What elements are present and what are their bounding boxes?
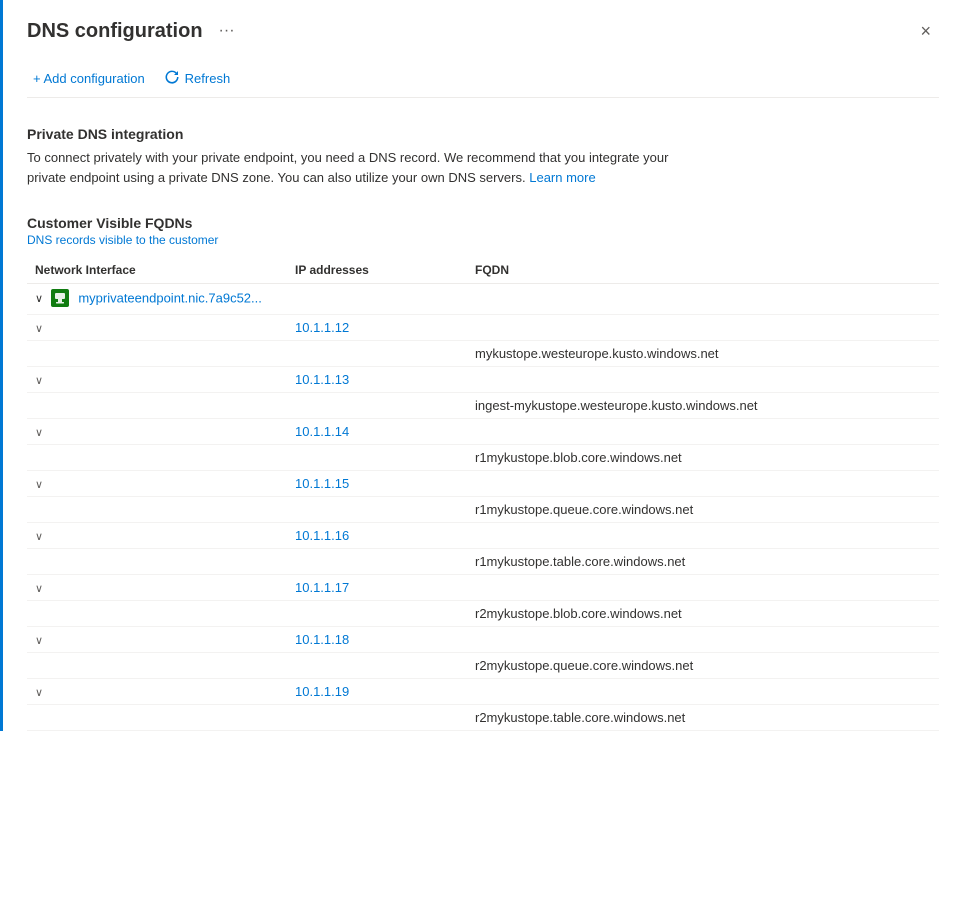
ip-address: 10.1.1.12 [295, 320, 349, 335]
fqdns-table: Network Interface IP addresses FQDN ∨ my… [27, 257, 939, 731]
fqdn-ip-empty [287, 445, 467, 471]
refresh-label: Refresh [185, 71, 231, 86]
fqdns-subtitle: DNS records visible to the customer [27, 233, 939, 247]
refresh-icon [165, 70, 179, 87]
fqdn-value: r1mykustope.blob.core.windows.net [475, 450, 682, 465]
table-row: ∨ 10.1.1.12 [27, 315, 939, 341]
fqdn-value: mykustope.westeurope.kusto.windows.net [475, 346, 719, 361]
nic-row: ∨ myprivateendpoint.nic.7a9c52... [27, 284, 939, 315]
table-row: ∨ 10.1.1.18 [27, 627, 939, 653]
fqdn-value: ingest-mykustope.westeurope.kusto.window… [475, 398, 758, 413]
fqdn-value: r2mykustope.table.core.windows.net [475, 710, 685, 725]
refresh-button[interactable]: Refresh [165, 70, 231, 87]
fqdn-cell-empty [467, 523, 939, 549]
chevron-down-icon: ∨ [35, 530, 43, 543]
private-dns-title: Private DNS integration [27, 126, 939, 142]
fqdn-ip-empty [287, 549, 467, 575]
chevron-down-icon: ∨ [35, 634, 43, 647]
col-header-network-interface: Network Interface [27, 257, 287, 284]
fqdn-cell-empty [467, 367, 939, 393]
chevron-down-icon: ∨ [35, 374, 43, 387]
fqdn-cell-empty [467, 627, 939, 653]
fqdn-value: r2mykustope.queue.core.windows.net [475, 658, 693, 673]
nic-icon [51, 289, 69, 307]
fqdn-cell-empty [467, 575, 939, 601]
chevron-down-icon: ∨ [35, 426, 43, 439]
fqdn-ip-empty [287, 653, 467, 679]
fqdn-row: mykustope.westeurope.kusto.windows.net [27, 341, 939, 367]
ip-address: 10.1.1.13 [295, 372, 349, 387]
ip-address: 10.1.1.17 [295, 580, 349, 595]
ip-address: 10.1.1.15 [295, 476, 349, 491]
ip-expand-button[interactable]: ∨ [35, 322, 43, 335]
fqdn-row: r1mykustope.blob.core.windows.net [27, 445, 939, 471]
ip-address: 10.1.1.19 [295, 684, 349, 699]
fqdn-ip-empty [287, 393, 467, 419]
fqdn-ip-empty [287, 705, 467, 731]
toolbar: + Add configuration Refresh [27, 60, 939, 98]
chevron-down-icon: ∨ [35, 478, 43, 491]
fqdn-value: r1mykustope.queue.core.windows.net [475, 502, 693, 517]
fqdn-ip-empty [287, 497, 467, 523]
ip-address: 10.1.1.16 [295, 528, 349, 543]
ip-address: 10.1.1.18 [295, 632, 349, 647]
fqdn-row: r2mykustope.queue.core.windows.net [27, 653, 939, 679]
fqdn-row: r1mykustope.queue.core.windows.net [27, 497, 939, 523]
chevron-down-icon: ∨ [35, 292, 43, 305]
ellipsis-button[interactable]: ··· [213, 20, 241, 42]
col-header-fqdn: FQDN [467, 257, 939, 284]
fqdns-section: Customer Visible FQDNs DNS records visib… [27, 215, 939, 731]
add-configuration-label: + Add configuration [33, 71, 145, 86]
fqdn-value: r2mykustope.blob.core.windows.net [475, 606, 682, 621]
chevron-down-icon: ∨ [35, 322, 43, 335]
ip-expand-button[interactable]: ∨ [35, 686, 43, 699]
table-row: ∨ 10.1.1.19 [27, 679, 939, 705]
table-row: ∨ 10.1.1.14 [27, 419, 939, 445]
page-title: DNS configuration [27, 20, 203, 43]
close-button[interactable]: × [912, 18, 939, 44]
ip-expand-button[interactable]: ∨ [35, 530, 43, 543]
table-row: ∨ 10.1.1.16 [27, 523, 939, 549]
fqdn-row: r1mykustope.table.core.windows.net [27, 549, 939, 575]
ip-expand-button[interactable]: ∨ [35, 426, 43, 439]
nic-name[interactable]: myprivateendpoint.nic.7a9c52... [78, 290, 262, 305]
col-header-ip-addresses: IP addresses [287, 257, 467, 284]
add-configuration-button[interactable]: + Add configuration [27, 71, 145, 86]
fqdn-row: r2mykustope.table.core.windows.net [27, 705, 939, 731]
fqdn-cell-empty [467, 679, 939, 705]
fqdn-cell-empty [467, 471, 939, 497]
nic-fqdn-cell [467, 284, 939, 315]
fqdn-value: r1mykustope.table.core.windows.net [475, 554, 685, 569]
fqdns-title: Customer Visible FQDNs [27, 215, 939, 231]
chevron-down-icon: ∨ [35, 686, 43, 699]
fqdn-cell-empty [467, 419, 939, 445]
ip-expand-button[interactable]: ∨ [35, 374, 43, 387]
ip-expand-button[interactable]: ∨ [35, 582, 43, 595]
fqdn-ip-empty [287, 341, 467, 367]
fqdn-row: r2mykustope.blob.core.windows.net [27, 601, 939, 627]
private-dns-section: Private DNS integration To connect priva… [27, 126, 939, 187]
ip-expand-button[interactable]: ∨ [35, 634, 43, 647]
chevron-down-icon: ∨ [35, 582, 43, 595]
ip-expand-button[interactable]: ∨ [35, 478, 43, 491]
fqdn-row: ingest-mykustope.westeurope.kusto.window… [27, 393, 939, 419]
nic-ip-cell [287, 284, 467, 315]
fqdn-ip-empty [287, 601, 467, 627]
private-dns-description: To connect privately with your private e… [27, 148, 707, 187]
nic-expand-button[interactable]: ∨ [35, 292, 47, 305]
fqdn-cell-empty [467, 315, 939, 341]
learn-more-link[interactable]: Learn more [529, 170, 595, 185]
table-row: ∨ 10.1.1.13 [27, 367, 939, 393]
ip-address: 10.1.1.14 [295, 424, 349, 439]
table-row: ∨ 10.1.1.15 [27, 471, 939, 497]
table-row: ∨ 10.1.1.17 [27, 575, 939, 601]
